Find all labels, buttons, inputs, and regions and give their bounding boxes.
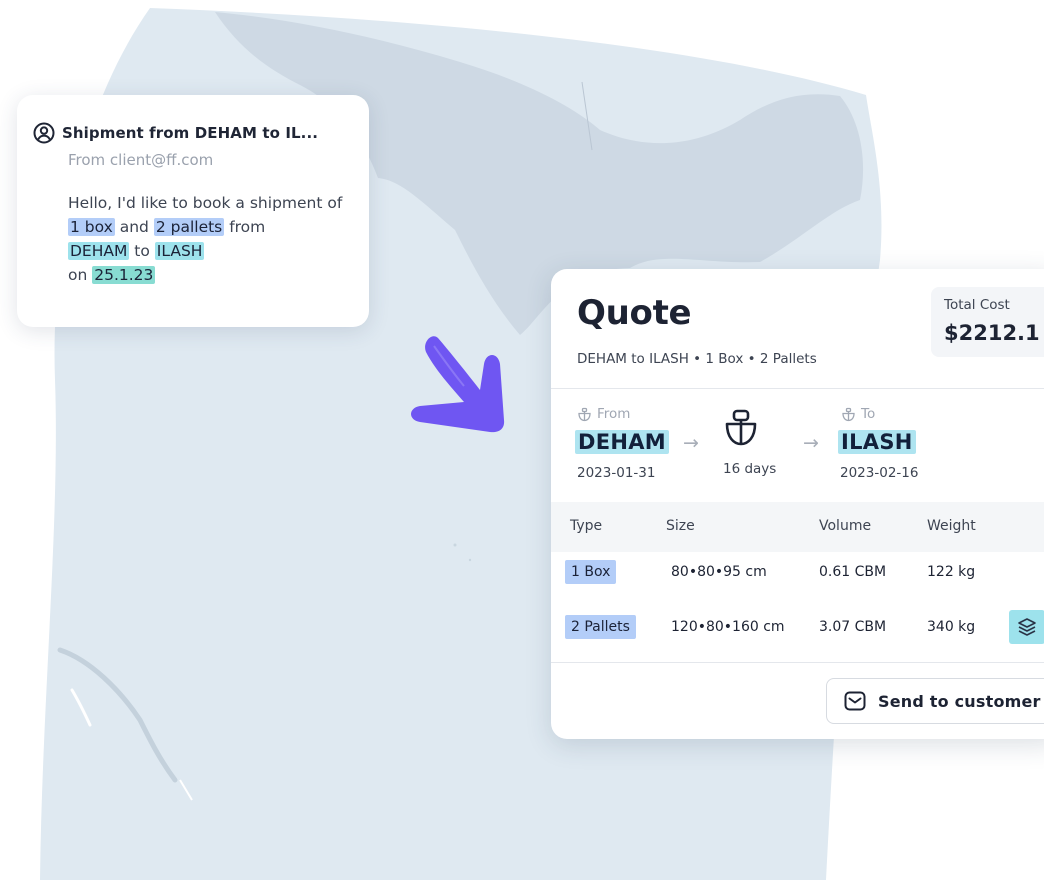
departure-date: 2023-01-31 [577, 465, 656, 481]
email-card[interactable]: Shipment from DEHAM to IL... From client… [17, 95, 369, 327]
table-header: Type Size Volume Weight [551, 502, 1044, 552]
from-label: From [577, 406, 630, 422]
email-sender: From client@ff.com [68, 151, 214, 169]
email-subject: Shipment from DEHAM to IL... [62, 124, 319, 142]
ship-icon [578, 407, 591, 421]
highlight-origin[interactable]: DEHAM [68, 242, 130, 260]
email-text: Hello, I'd like to book a shipment of [68, 194, 343, 212]
user-circle-icon [33, 122, 55, 144]
quote-subtitle: DEHAM to ILASH • 1 Box • 2 Pallets [577, 351, 817, 367]
column-header-size: Size [666, 518, 695, 534]
highlight-destination[interactable]: ILASH [154, 242, 205, 260]
column-header-type: Type [570, 518, 603, 534]
column-header-volume: Volume [819, 518, 872, 534]
arrival-date: 2023-02-16 [840, 465, 919, 481]
email-text: on [68, 266, 93, 284]
envelope-icon [844, 691, 866, 711]
highlight-date[interactable]: 25.1.23 [92, 266, 156, 284]
email-body: Hello, I'd like to book a shipment of 1 … [68, 191, 358, 287]
origin-port-code: DEHAM [575, 430, 670, 454]
cargo-type-tag: 1 Box [565, 560, 617, 584]
email-text: from [224, 218, 266, 236]
send-button-label: Send to customer [878, 691, 1041, 711]
layers-icon[interactable] [1009, 610, 1044, 644]
layers-icon [1018, 618, 1036, 636]
arrow-right-icon: → [683, 432, 699, 454]
divider [551, 662, 1044, 663]
arrow-right-icon: → [803, 432, 819, 454]
ship-icon [725, 409, 757, 446]
total-cost-box: Total Cost $2212.1 [931, 287, 1044, 357]
total-cost-label: Total Cost [944, 297, 1010, 313]
column-header-weight: Weight [927, 518, 976, 534]
arrow-icon [411, 336, 505, 433]
quote-title: Quote [577, 293, 692, 333]
cargo-size: 80•80•95 cm [671, 564, 767, 580]
cargo-weight: 340 kg [927, 619, 976, 635]
transit-duration: 16 days [723, 461, 777, 477]
cargo-weight: 122 kg [927, 564, 976, 580]
highlight-box[interactable]: 1 box [68, 218, 115, 236]
ship-icon [842, 407, 855, 421]
email-text: to [129, 242, 155, 260]
total-cost-value: $2212.1 [944, 321, 1040, 345]
email-text: and [114, 218, 154, 236]
to-label: To [841, 406, 875, 422]
cargo-size: 120•80•160 cm [671, 619, 785, 635]
email-header: Shipment from DEHAM to IL... [33, 122, 318, 144]
cargo-volume: 0.61 CBM [819, 564, 887, 580]
destination-port-code: ILASH [838, 430, 916, 454]
divider [551, 388, 1044, 389]
quote-card: Quote DEHAM to ILASH • 1 Box • 2 Pallets… [551, 269, 1044, 739]
cargo-type-tag: 2 Pallets [565, 615, 636, 639]
send-to-customer-button[interactable]: Send to customer [826, 678, 1044, 724]
highlight-pallets[interactable]: 2 pallets [153, 218, 225, 236]
cargo-volume: 3.07 CBM [819, 619, 887, 635]
